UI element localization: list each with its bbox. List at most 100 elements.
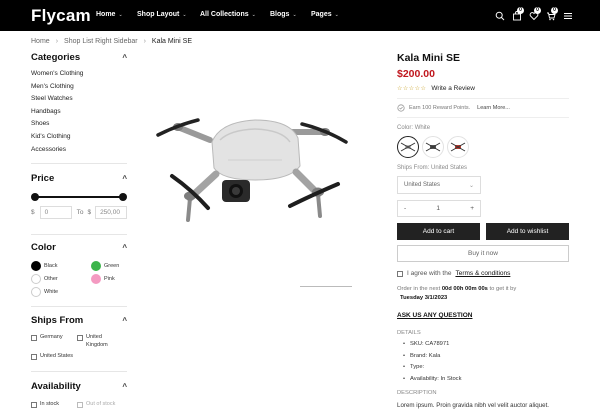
color-swatches	[397, 136, 569, 158]
categories-header[interactable]: Categories ^	[31, 52, 127, 63]
color-option-pink[interactable]: Pink	[91, 274, 131, 285]
swatch-white-drone[interactable]	[397, 136, 419, 158]
ships-from-select[interactable]: United States ⌄	[397, 176, 481, 194]
terms-checkbox[interactable]	[397, 270, 403, 277]
chevron-up-icon[interactable]: ^	[122, 316, 127, 325]
color-label: Color: White	[397, 125, 569, 131]
checkbox[interactable]	[77, 401, 83, 408]
chevron-up-icon[interactable]: ^	[122, 174, 127, 183]
ask-question-link[interactable]: ASK US ANY QUESTION	[397, 312, 472, 319]
color-swatch	[31, 261, 41, 272]
color-option-black[interactable]: Black	[31, 261, 91, 272]
swatch-red-drone[interactable]	[447, 136, 469, 158]
chevron-up-icon[interactable]: ^	[122, 243, 127, 252]
ships-from-options: Germany United Kingdom United States	[31, 334, 127, 361]
write-review-link[interactable]: Write a Review	[431, 85, 475, 92]
price-header[interactable]: Price ^	[31, 173, 127, 184]
site-logo[interactable]: Flycam	[31, 6, 91, 26]
qty-value[interactable]: 1	[436, 205, 440, 212]
learn-more-link[interactable]: Learn More...	[477, 105, 510, 111]
nav-all-collections[interactable]: All Collections ⌄	[200, 11, 270, 18]
breadcrumb-separator: ›	[143, 38, 146, 45]
search-icon[interactable]	[491, 8, 508, 23]
detail-type: Type:	[410, 364, 425, 370]
category-item[interactable]: Handbags	[31, 106, 127, 119]
slider-max-handle[interactable]	[119, 193, 127, 202]
checkbox[interactable]	[31, 335, 37, 342]
add-to-cart-button[interactable]: Add to cart	[397, 223, 480, 240]
chevron-up-icon[interactable]: ^	[122, 53, 127, 62]
cart-icon[interactable]: 0	[542, 7, 559, 23]
ships-option-germany[interactable]: Germany	[31, 334, 77, 349]
option-label: United States	[40, 353, 74, 360]
menu-icon[interactable]	[559, 8, 576, 23]
chevron-down-icon: ⌄	[292, 11, 297, 18]
availability-out-of-stock[interactable]: Out of stock	[77, 401, 127, 409]
ships-option-uk[interactable]: United Kingdom	[77, 334, 127, 349]
nav-shop-layout[interactable]: Shop Layout ⌄	[137, 11, 200, 18]
ships-option-us[interactable]: United States	[31, 353, 77, 361]
breadcrumb-home[interactable]: Home	[31, 38, 50, 45]
product-info: Kala Mini SE $200.00 ☆☆☆☆☆ Write a Revie…	[397, 52, 569, 409]
terms-link[interactable]: Terms & conditions	[455, 270, 510, 277]
checkbox[interactable]	[77, 335, 83, 342]
nav-pages[interactable]: Pages ⌄	[311, 11, 351, 18]
chevron-up-icon[interactable]: ^	[122, 382, 127, 391]
color-label: Green	[104, 263, 120, 270]
nav-blogs[interactable]: Blogs ⌄	[270, 11, 311, 18]
availability-options: In stock Out of stock	[31, 401, 127, 409]
chevron-down-icon: ⌄	[118, 11, 123, 18]
color-option-green[interactable]: Green	[91, 261, 131, 272]
category-item[interactable]: Men's Clothing	[31, 81, 127, 94]
category-item[interactable]: Accessories	[31, 144, 127, 157]
reward-points: Earn 100 Reward Points. Learn More...	[397, 98, 569, 118]
qty-plus-button[interactable]: +	[470, 205, 474, 212]
detail-item: • SKU: CA78971	[403, 339, 569, 351]
currency-symbol: $	[31, 209, 35, 217]
star-rating: ☆☆☆☆☆	[397, 86, 427, 92]
reward-icon	[397, 104, 405, 112]
color-option-white[interactable]: White	[31, 287, 91, 298]
breadcrumb-shop[interactable]: Shop List Right Sidebar	[64, 38, 138, 45]
category-item[interactable]: Steel Watches	[31, 93, 127, 106]
breadcrumb: Home › Shop List Right Sidebar › Kala Mi…	[31, 38, 192, 45]
price-slider[interactable]	[31, 192, 127, 202]
heart-icon[interactable]: 0	[525, 7, 542, 23]
ships-from-label: Ships From: United States	[397, 165, 569, 171]
detail-brand: Brand: Kala	[410, 352, 441, 359]
category-item[interactable]: Kid's Clothing	[31, 131, 127, 144]
color-label: Pink	[104, 276, 115, 283]
swatch-grey-drone[interactable]	[422, 136, 444, 158]
user-icon[interactable]: 0	[508, 7, 525, 23]
checkbox[interactable]	[31, 401, 37, 408]
color-option-other[interactable]: Other	[31, 274, 91, 285]
category-item[interactable]: Women's Clothing	[31, 68, 127, 81]
product-image[interactable]	[150, 80, 380, 230]
category-item[interactable]: Shoes	[31, 118, 127, 131]
drone-thumb-icon	[450, 142, 466, 152]
nav-home[interactable]: Home ⌄	[96, 11, 137, 18]
checkbox[interactable]	[31, 354, 37, 361]
qty-minus-button[interactable]: -	[404, 205, 406, 212]
breadcrumb-separator: ›	[55, 38, 59, 45]
image-slider-indicator[interactable]	[300, 286, 352, 287]
color-label: White	[44, 289, 59, 296]
availability-header[interactable]: Availability ^	[31, 381, 127, 392]
quantity-stepper[interactable]: - 1 +	[397, 200, 481, 217]
agree-text: I agree with the	[407, 270, 452, 277]
ships-from-header[interactable]: Ships From ^	[31, 315, 127, 326]
price-min-input[interactable]: 0	[39, 206, 72, 220]
price-max-input[interactable]: 250,00	[95, 206, 127, 220]
slider-min-handle[interactable]	[31, 193, 39, 202]
ships-label-key: Ships From:	[397, 165, 430, 171]
availability-in-stock[interactable]: In stock	[31, 401, 77, 409]
nav-label: Pages	[311, 11, 332, 18]
option-label: In stock	[40, 400, 59, 407]
description-title: DESCRIPTION	[397, 390, 437, 396]
color-header[interactable]: Color ^	[31, 242, 127, 253]
buy-now-button[interactable]: Buy it now	[397, 245, 569, 262]
add-to-wishlist-button[interactable]: Add to wishlist	[486, 223, 569, 240]
color-title: Color	[31, 242, 56, 254]
reward-text: Earn 100 Reward Points.	[409, 105, 471, 111]
option-label: Out of stock	[86, 400, 116, 407]
